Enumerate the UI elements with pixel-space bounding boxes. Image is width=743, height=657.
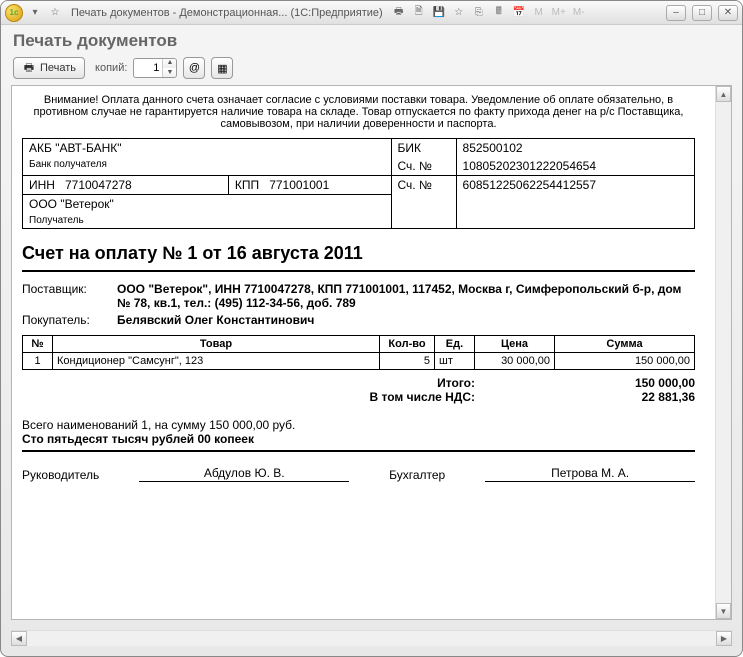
memory-mplus-icon[interactable]: M+ — [551, 5, 567, 21]
printer-icon: 🖶 — [22, 61, 36, 75]
supplier-value: ООО "Ветерок", ИНН 7710047278, КПП 77100… — [117, 282, 695, 310]
calendar-icon[interactable]: 📅 — [511, 5, 527, 21]
minimize-button[interactable]: – — [666, 5, 686, 21]
col-unit: Ед. — [435, 336, 475, 353]
dropdown-icon[interactable]: ▾ — [27, 5, 43, 21]
corr-acc-label: Сч. № — [391, 157, 456, 176]
table-row: 1 Кондиционер "Самсунг", 123 5 шт 30 000… — [23, 353, 695, 370]
supplier-label: Поставщик: — [22, 282, 107, 310]
settings-button[interactable]: ▦ — [211, 57, 233, 79]
save-icon[interactable]: 💾 — [431, 5, 447, 21]
horizontal-scrollbar[interactable]: ◀ ▶ — [11, 630, 732, 646]
accountant-name: Петрова М. А. — [485, 466, 695, 482]
print-button-label: Печать — [40, 62, 76, 74]
print-icon[interactable]: 🖶 — [391, 5, 407, 21]
items-header-row: № Товар Кол-во Ед. Цена Сумма — [23, 336, 695, 353]
titlebar: 1c ▾ ☆ Печать документов - Демонстрацион… — [1, 1, 742, 25]
vat-label: В том числе НДС: — [22, 390, 555, 404]
star-icon[interactable]: ☆ — [451, 5, 467, 21]
buyer-label: Покупатель: — [22, 313, 107, 327]
director-name: Абдулов Ю. В. — [139, 466, 349, 482]
document-area: Внимание! Оплата данного счета означает … — [11, 85, 732, 620]
close-button[interactable]: ✕ — [718, 5, 738, 21]
summary-line2: Сто пятьдесят тысяч рублей 00 копеек — [22, 432, 695, 446]
warning-text: Внимание! Оплата данного счета означает … — [22, 92, 695, 138]
app-window: 1c ▾ ☆ Печать документов - Демонстрацион… — [0, 0, 743, 657]
bank-name: АКБ "АВТ-БАНК" — [29, 141, 122, 155]
memory-mminus-icon[interactable]: M- — [571, 5, 587, 21]
supplier-row: Поставщик: ООО "Ветерок", ИНН 7710047278… — [22, 282, 695, 310]
copies-label: копий: — [95, 62, 127, 74]
scroll-left-icon[interactable]: ◀ — [11, 631, 27, 646]
scroll-up-icon[interactable]: ▲ — [716, 86, 731, 102]
vertical-scrollbar[interactable]: ▲ ▼ — [715, 86, 731, 619]
payee-name: ООО "Ветерок" — [23, 195, 392, 214]
print-button[interactable]: 🖶 Печать — [13, 57, 85, 79]
items-table: № Товар Кол-во Ед. Цена Сумма 1 Кондицио… — [22, 335, 695, 370]
scroll-down-icon[interactable]: ▼ — [716, 603, 731, 619]
preview-icon[interactable]: 🗎 — [411, 5, 427, 21]
table-icon: ▦ — [217, 62, 227, 75]
acc-label: Сч. № — [391, 176, 456, 229]
cell-qty: 5 — [380, 353, 435, 370]
cell-sum: 150 000,00 — [555, 353, 695, 370]
calculator-icon[interactable]: 🖩 — [491, 5, 507, 21]
inn-value: 7710047278 — [65, 178, 132, 192]
memory-m-icon[interactable]: M — [531, 5, 547, 21]
copies-up-icon[interactable]: ▲ — [163, 58, 176, 68]
document-content: Внимание! Оплата данного счета означает … — [12, 86, 715, 619]
buyer-row: Покупатель: Белявский Олег Константинови… — [22, 313, 695, 327]
summary-block: Всего наименований 1, на сумму 150 000,0… — [22, 418, 695, 446]
inn-label: ИНН — [29, 178, 55, 192]
at-icon: @ — [189, 62, 200, 74]
summary-line1: Всего наименований 1, на сумму 150 000,0… — [22, 418, 695, 432]
kpp-value: 771001001 — [269, 178, 329, 192]
copies-down-icon[interactable]: ▼ — [163, 68, 176, 78]
template-button[interactable]: @ — [183, 57, 205, 79]
cell-unit: шт — [435, 353, 475, 370]
corr-acc-value: 10805202301222054654 — [456, 157, 694, 176]
favorite-icon[interactable]: ☆ — [47, 5, 63, 21]
bik-value: 852500102 — [456, 139, 694, 158]
vat-value: 22 881,36 — [555, 390, 695, 404]
scroll-track[interactable] — [716, 102, 731, 603]
maximize-button[interactable]: □ — [692, 5, 712, 21]
cell-num: 1 — [23, 353, 53, 370]
kpp-label: КПП — [235, 178, 259, 192]
bik-label: БИК — [391, 139, 456, 158]
link-icon[interactable]: ⎘ — [471, 5, 487, 21]
total-value: 150 000,00 — [555, 376, 695, 390]
bank-sublabel: Банк получателя — [23, 157, 392, 176]
page-title: Печать документов — [1, 25, 742, 53]
cell-name: Кондиционер "Самсунг", 123 — [53, 353, 380, 370]
col-qty: Кол-во — [380, 336, 435, 353]
scroll-right-icon[interactable]: ▶ — [716, 631, 732, 646]
bank-details-table: АКБ "АВТ-БАНК" БИК 852500102 Сч. № 10805… — [22, 138, 695, 229]
copies-input[interactable] — [134, 62, 162, 74]
col-name: Товар — [53, 336, 380, 353]
acc-value: 60851225062254412557 — [456, 176, 694, 229]
col-price: Цена — [475, 336, 555, 353]
document-title: Счет на оплату № 1 от 16 августа 2011 — [22, 243, 695, 264]
col-num: № — [23, 336, 53, 353]
divider — [22, 450, 695, 452]
signatures-row: Руководитель Абдулов Ю. В. Бухгалтер Пет… — [22, 466, 695, 482]
accountant-label: Бухгалтер — [389, 468, 445, 482]
col-sum: Сумма — [555, 336, 695, 353]
window-title: Печать документов - Демонстрационная... … — [71, 7, 383, 19]
toolbar: 🖶 Печать копий: ▲ ▼ @ ▦ — [1, 53, 742, 85]
payee-sublabel: Получатель — [23, 213, 392, 229]
director-label: Руководитель — [22, 468, 99, 482]
copies-stepper[interactable]: ▲ ▼ — [133, 58, 177, 78]
app-logo-icon: 1c — [5, 4, 23, 22]
totals-block: Итого: 150 000,00 В том числе НДС: 22 88… — [22, 376, 695, 404]
buyer-value: Белявский Олег Константинович — [117, 313, 695, 327]
scroll-track[interactable] — [27, 631, 716, 646]
cell-price: 30 000,00 — [475, 353, 555, 370]
total-label: Итого: — [22, 376, 555, 390]
divider — [22, 270, 695, 272]
